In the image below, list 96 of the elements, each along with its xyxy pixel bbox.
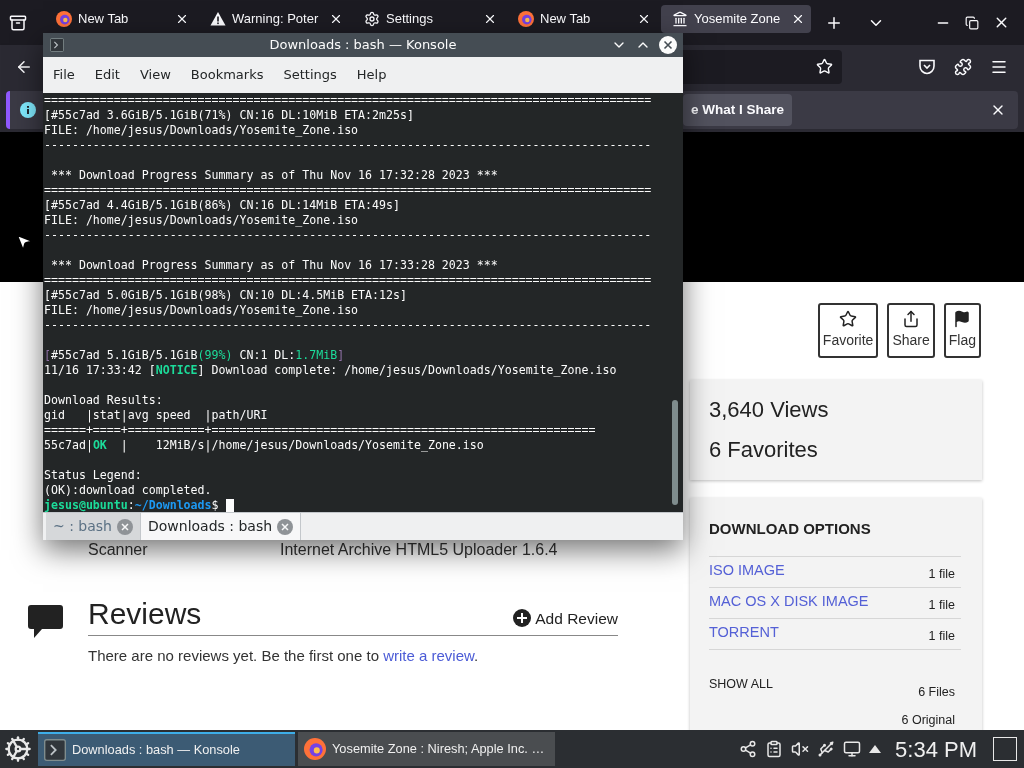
clipboard-icon[interactable] xyxy=(765,740,784,758)
terminal-line: ======================================================================================= xyxy=(44,93,652,108)
stat-text: 6 Favorites xyxy=(709,436,819,464)
warning-icon xyxy=(210,11,226,27)
browser-tab[interactable]: Yosemite Zone xyxy=(661,5,811,33)
terminal-line: *** Download Progress Summary as of Thu Nov 16 17:33:28 2023 *** xyxy=(49,258,498,273)
terminal-icon xyxy=(44,739,66,761)
browser-logo-icon xyxy=(518,11,534,27)
info-icon xyxy=(20,102,36,118)
menu-item[interactable]: Bookmarks xyxy=(180,65,274,85)
download-options-heading: DOWNLOAD OPTIONS xyxy=(709,520,872,538)
star-icon xyxy=(839,310,858,328)
download-option-link[interactable]: TORRENT xyxy=(709,623,779,641)
menu-item[interactable]: File xyxy=(43,65,85,85)
browser-logo-icon xyxy=(56,11,72,27)
download-option-link[interactable]: ISO IMAGE xyxy=(709,561,785,579)
share-icon xyxy=(902,310,921,328)
terminal-line: [#55c7ad 5.1GiB/5.1GiB(99%) CN:1 DL:1.7MiB] xyxy=(44,348,345,363)
browser-tab[interactable]: New Tab xyxy=(507,5,657,33)
close-icon[interactable] xyxy=(791,12,805,26)
reviews-heading: Reviews xyxy=(88,596,202,632)
triangle-up-icon[interactable] xyxy=(869,745,882,753)
terminal-line: Download Results: xyxy=(44,393,163,408)
close-icon[interactable] xyxy=(175,12,189,26)
files-count: 6 Files xyxy=(918,684,955,700)
clock[interactable]: 5:34 PM xyxy=(895,732,977,766)
usb-icon[interactable] xyxy=(817,740,836,758)
terminal-line: FILE: /home/jesus/Downloads/Yosemite_Zone.iso xyxy=(44,213,359,228)
square-outline-icon[interactable] xyxy=(993,737,1017,761)
plus-circle-icon xyxy=(513,609,532,628)
terminal-line: --------------------------------------------------------------------------------------- xyxy=(44,228,652,243)
terminal-tab[interactable]: ~ : bash xyxy=(46,513,141,540)
archive-box-icon[interactable] xyxy=(9,13,27,32)
metadata-label: Scanner xyxy=(88,541,149,559)
terminal-line: --------------------------------------------------------------------------------------- xyxy=(44,138,652,153)
stat-text: 3,640 Views xyxy=(709,396,830,424)
original-count: 6 Original xyxy=(901,712,955,728)
browser-tab[interactable]: Settings xyxy=(353,5,503,33)
terminal-line: FILE: /home/jesus/Downloads/Yosemite_Zone.iso xyxy=(44,123,359,138)
terminal-tab[interactable]: Downloads : bash xyxy=(141,513,302,540)
close-icon[interactable] xyxy=(483,12,497,26)
terminal-line: [#55c7ad 5.0GiB/5.1GiB(98%) CN:10 DL:4.5MiB ETA:12s] xyxy=(44,288,407,303)
menu-item[interactable]: View xyxy=(129,65,181,85)
terminal-line: jesus@ubuntu:~/Downloads$ xyxy=(44,498,219,512)
muted-speaker-icon[interactable] xyxy=(791,740,810,758)
download-option-link[interactable]: MAC OS X DISK IMAGE xyxy=(709,592,869,610)
file-count: 1 file xyxy=(928,628,955,644)
address-field[interactable] xyxy=(682,49,842,84)
reviews-empty-message: There are no reviews yet. Be the first one to write a review. xyxy=(88,646,480,666)
window-title: Downloads : bash — Konsole xyxy=(268,36,458,55)
taskbar-task[interactable]: Yosemite Zone : Niresh; Apple Inc. … xyxy=(298,732,555,766)
show-all-link[interactable]: SHOW ALL xyxy=(709,676,773,692)
item-action-button[interactable]: Flag xyxy=(943,303,981,358)
terminal-line: [#55c7ad 3.6GiB/5.1GiB(71%) CN:16 DL:10MiB ETA:2m25s] xyxy=(44,108,414,123)
terminal-line: ======================================================================================= xyxy=(44,273,652,288)
terminal-line: 55c7ad|OK | 12MiB/s|/home/jesus/Downloads/Yosemite_Zone.iso xyxy=(44,438,484,453)
terminal-line: FILE: /home/jesus/Downloads/Yosemite_Zone.iso xyxy=(44,303,359,318)
terminal-line: [#55c7ad 4.4GiB/5.1GiB(86%) CN:16 DL:14MiB ETA:49s] xyxy=(44,198,400,213)
menu-item[interactable]: Help xyxy=(346,65,397,85)
browser-tab[interactable]: New Tab xyxy=(45,5,195,33)
gear-icon[interactable] xyxy=(4,735,32,763)
item-action-button[interactable]: Share xyxy=(887,303,935,358)
scrollbar-thumb[interactable] xyxy=(672,400,678,505)
menu-item[interactable]: Edit xyxy=(84,65,130,85)
menu-item[interactable]: Settings xyxy=(273,65,347,85)
terminal-line: 11/16 17:33:42 [NOTICE] Download complete: /home/jesus/Downloads/Yosemite_Zone.iso xyxy=(44,363,617,378)
item-action-button[interactable]: Favorite xyxy=(817,303,879,358)
landmark-icon xyxy=(672,11,688,27)
puzzle-icon[interactable] xyxy=(954,57,972,76)
browser-logo-icon xyxy=(304,738,326,760)
add-review-link[interactable]: Add Review xyxy=(513,606,618,630)
terminal-line: --------------------------------------------------------------------------------------- xyxy=(44,318,652,333)
notification-action-button[interactable]: e What I Share xyxy=(683,94,793,126)
terminal-line: Status Legend: xyxy=(44,468,142,483)
metadata-value: Internet Archive HTML5 Uploader 1.6.4 xyxy=(280,541,558,559)
close-icon[interactable] xyxy=(659,36,677,54)
terminal-line: gid |stat|avg speed |path/URI xyxy=(44,408,268,423)
bookmark-star-icon[interactable] xyxy=(816,58,833,75)
close-icon[interactable] xyxy=(329,12,343,26)
terminal-icon xyxy=(50,38,64,52)
terminal-line: (OK):download completed. xyxy=(44,483,212,498)
speech-bubble-icon xyxy=(28,605,63,638)
monitor-icon[interactable] xyxy=(843,740,862,758)
nodes-icon[interactable] xyxy=(739,740,758,758)
terminal-line: ======+====+===========+======================================================= xyxy=(44,423,596,438)
file-count: 1 file xyxy=(928,566,955,582)
flag-icon xyxy=(953,310,972,328)
file-count: 1 file xyxy=(928,597,955,613)
shield-chevron-icon[interactable] xyxy=(918,57,936,76)
close-icon[interactable] xyxy=(637,12,651,26)
restore-icon[interactable] xyxy=(965,15,979,30)
terminal-line: ======================================================================================= xyxy=(44,183,652,198)
terminal-line: *** Download Progress Summary as of Thu Nov 16 17:32:28 2023 *** xyxy=(49,168,498,183)
settings-icon xyxy=(364,11,380,27)
browser-tab[interactable]: Warning: Poter xyxy=(199,5,349,33)
taskbar-task[interactable]: Downloads : bash — Konsole xyxy=(38,732,295,766)
